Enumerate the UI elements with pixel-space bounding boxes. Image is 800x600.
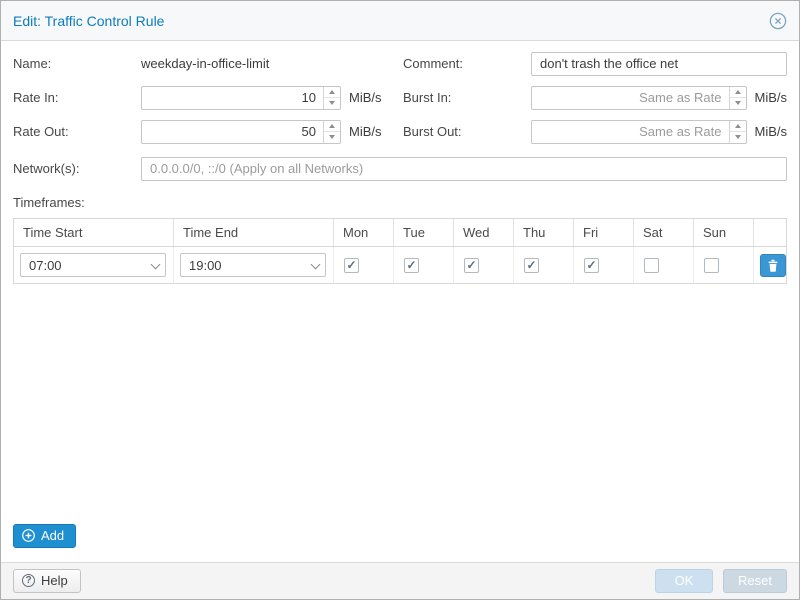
form-left-column: Name: weekday-in-office-limit Rate In: M… xyxy=(13,51,403,144)
name-row: Name: weekday-in-office-limit xyxy=(13,51,403,76)
question-circle-icon: ? xyxy=(22,574,35,587)
dialog-footer: ? Help OK Reset xyxy=(1,562,799,599)
column-header-actions xyxy=(754,219,786,246)
close-icon[interactable] xyxy=(769,12,787,30)
rate-in-spin-down-icon[interactable] xyxy=(324,98,340,109)
burst-in-spinner xyxy=(729,87,746,109)
rate-out-unit: MiB/s xyxy=(349,124,382,139)
burst-in-field xyxy=(531,86,747,110)
burst-in-spin-up-icon[interactable] xyxy=(730,87,746,99)
rate-in-input[interactable] xyxy=(141,86,341,110)
add-button[interactable]: Add xyxy=(13,524,76,548)
burst-in-spin-down-icon[interactable] xyxy=(730,98,746,109)
burst-in-label: Burst In: xyxy=(403,90,531,105)
form-grid: Name: weekday-in-office-limit Rate In: M… xyxy=(13,51,787,144)
checkbox-mon[interactable] xyxy=(344,258,359,273)
row-actions-cell xyxy=(754,247,792,283)
rate-out-spin-up-icon[interactable] xyxy=(324,121,340,133)
time-start-input[interactable] xyxy=(20,253,166,277)
burst-in-unit: MiB/s xyxy=(755,90,788,105)
burst-out-label: Burst Out: xyxy=(403,124,531,139)
time-end-field xyxy=(180,253,326,277)
trash-icon xyxy=(767,259,779,272)
column-header-tue[interactable]: Tue xyxy=(394,219,454,246)
time-end-cell xyxy=(174,247,334,283)
dialog-title: Edit: Traffic Control Rule xyxy=(13,13,164,29)
rate-out-spinner xyxy=(323,121,340,143)
rate-in-spin-up-icon[interactable] xyxy=(324,87,340,99)
time-end-input[interactable] xyxy=(180,253,326,277)
reset-button[interactable]: Reset xyxy=(723,569,787,593)
column-header-fri[interactable]: Fri xyxy=(574,219,634,246)
rate-out-label: Rate Out: xyxy=(13,124,141,139)
networks-field xyxy=(141,157,787,181)
day-cell-thu xyxy=(514,247,574,283)
checkbox-tue[interactable] xyxy=(404,258,419,273)
checkbox-fri[interactable] xyxy=(584,258,599,273)
timeframes-header-row: Time Start Time End Mon Tue Wed Thu Fri … xyxy=(14,219,786,247)
checkbox-thu[interactable] xyxy=(524,258,539,273)
burst-in-input[interactable] xyxy=(531,86,747,110)
day-cell-mon xyxy=(334,247,394,283)
column-header-time-end[interactable]: Time End xyxy=(174,219,334,246)
timeframes-table: Time Start Time End Mon Tue Wed Thu Fri … xyxy=(13,218,787,284)
rate-in-unit: MiB/s xyxy=(349,90,382,105)
rate-in-row: Rate In: MiB/s xyxy=(13,85,403,110)
day-cell-sat xyxy=(634,247,694,283)
time-start-field xyxy=(20,253,166,277)
burst-out-spinner xyxy=(729,121,746,143)
networks-label: Network(s): xyxy=(13,161,141,176)
comment-row: Comment: xyxy=(403,51,787,76)
time-start-cell xyxy=(14,247,174,283)
burst-out-row: Burst Out: MiB/s xyxy=(403,119,787,144)
delete-row-button[interactable] xyxy=(760,254,786,277)
help-button[interactable]: ? Help xyxy=(13,569,81,593)
comment-input[interactable] xyxy=(531,52,787,76)
rate-out-row: Rate Out: MiB/s xyxy=(13,119,403,144)
burst-out-field xyxy=(531,120,747,144)
column-header-time-start[interactable]: Time Start xyxy=(14,219,174,246)
name-label: Name: xyxy=(13,56,141,71)
dialog-content: Name: weekday-in-office-limit Rate In: M… xyxy=(1,41,799,562)
timeframe-row xyxy=(14,247,786,284)
rate-out-field xyxy=(141,120,341,144)
burst-in-row: Burst In: MiB/s xyxy=(403,85,787,110)
plus-circle-icon xyxy=(22,529,35,542)
name-value: weekday-in-office-limit xyxy=(141,56,269,71)
column-header-sat[interactable]: Sat xyxy=(634,219,694,246)
column-header-sun[interactable]: Sun xyxy=(694,219,754,246)
rate-out-input[interactable] xyxy=(141,120,341,144)
column-header-mon[interactable]: Mon xyxy=(334,219,394,246)
column-header-wed[interactable]: Wed xyxy=(454,219,514,246)
burst-out-spin-up-icon[interactable] xyxy=(730,121,746,133)
form-right-column: Comment: Burst In: MiB/s xyxy=(403,51,787,144)
day-cell-sun xyxy=(694,247,754,283)
checkbox-wed[interactable] xyxy=(464,258,479,273)
dialog-titlebar: Edit: Traffic Control Rule xyxy=(1,1,799,41)
comment-field xyxy=(531,52,787,76)
networks-row: Network(s): xyxy=(13,156,787,181)
rate-in-label: Rate In: xyxy=(13,90,141,105)
networks-input[interactable] xyxy=(141,157,787,181)
day-cell-fri xyxy=(574,247,634,283)
burst-out-input[interactable] xyxy=(531,120,747,144)
edit-traffic-control-rule-dialog: Edit: Traffic Control Rule Name: weekday… xyxy=(0,0,800,600)
timeframes-label: Timeframes: xyxy=(13,195,787,210)
add-button-label: Add xyxy=(41,528,64,543)
rate-in-field xyxy=(141,86,341,110)
checkbox-sat[interactable] xyxy=(644,258,659,273)
comment-label: Comment: xyxy=(403,56,531,71)
help-button-label: Help xyxy=(41,573,68,588)
column-header-thu[interactable]: Thu xyxy=(514,219,574,246)
burst-out-spin-down-icon[interactable] xyxy=(730,132,746,143)
day-cell-tue xyxy=(394,247,454,283)
rate-in-spinner xyxy=(323,87,340,109)
rate-out-spin-down-icon[interactable] xyxy=(324,132,340,143)
timeframes-empty-area xyxy=(13,284,787,524)
day-cell-wed xyxy=(454,247,514,283)
checkbox-sun[interactable] xyxy=(704,258,719,273)
ok-button[interactable]: OK xyxy=(655,569,713,593)
burst-out-unit: MiB/s xyxy=(755,124,788,139)
